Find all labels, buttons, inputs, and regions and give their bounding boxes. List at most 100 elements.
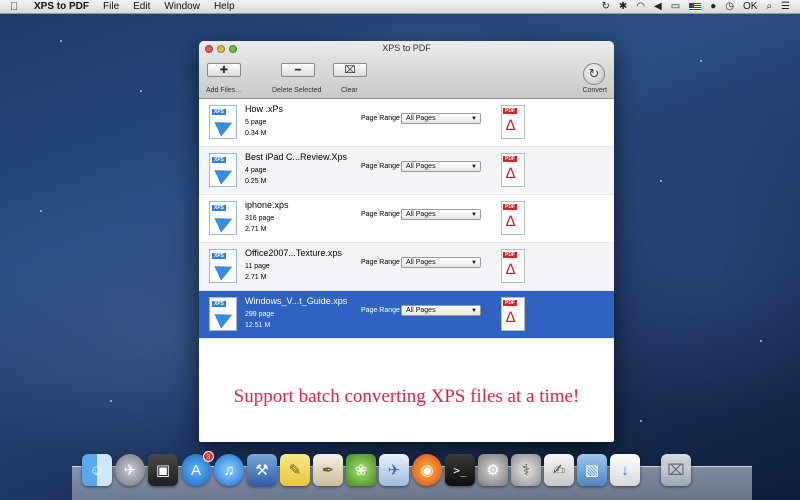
page-range-select[interactable]: All Pages ▼ bbox=[401, 305, 481, 316]
page-range-select[interactable]: All Pages ▼ bbox=[401, 257, 481, 268]
dropdown-arrow-icon: ▼ bbox=[471, 260, 477, 266]
menu-bar:  XPS to PDF File Edit Window Help ↻ ✱ ◠… bbox=[0, 0, 800, 14]
dropdown-arrow-icon: ▼ bbox=[471, 116, 477, 122]
star bbox=[700, 60, 702, 62]
xcode-icon[interactable]: ⚒ bbox=[247, 454, 277, 486]
page-range-select[interactable]: All Pages ▼ bbox=[401, 113, 481, 124]
notification-list-icon[interactable]: ☰ bbox=[781, 0, 790, 14]
pdf-file-icon: PDF ∆ bbox=[501, 201, 525, 235]
star bbox=[140, 90, 142, 92]
volume-icon[interactable]: ◀ bbox=[654, 0, 662, 14]
apple-menu-icon[interactable]:  bbox=[10, 0, 22, 14]
file-size: 0.25 M bbox=[245, 178, 267, 185]
star bbox=[60, 40, 62, 42]
app-window: XPS to PDF ✚ Add Files... ━ Delete Selec… bbox=[199, 41, 614, 442]
star bbox=[660, 180, 662, 182]
window-toolbar: XPS to PDF ✚ Add Files... ━ Delete Selec… bbox=[199, 41, 614, 99]
star bbox=[110, 400, 112, 402]
clock-icon[interactable]: ◷ bbox=[725, 0, 734, 14]
status-menus: ↻ ✱ ◠ ◀ ▭ ● ◷ OK ⌕ ☰ bbox=[602, 0, 790, 14]
file-page-count: 316 page bbox=[245, 215, 275, 222]
menu-window[interactable]: Window bbox=[164, 0, 200, 14]
page-range-label: Page Range bbox=[361, 307, 400, 314]
xps-file-icon: XPS bbox=[209, 153, 237, 187]
add-files-button[interactable]: ✚ bbox=[207, 63, 241, 77]
file-row[interactable]: XPS How .xPs 5 page 0.34 M Page Range Al… bbox=[199, 99, 614, 147]
photo-booth-icon[interactable]: ▣ bbox=[148, 454, 178, 486]
convert-button[interactable]: ↻ bbox=[583, 63, 605, 85]
dropdown-arrow-icon: ▼ bbox=[471, 308, 477, 314]
star bbox=[40, 210, 42, 212]
disk-utility-icon[interactable]: ⚕ bbox=[511, 454, 541, 486]
xps-to-pdf-icon[interactable]: ✈ bbox=[379, 454, 409, 486]
delete-selected-button[interactable]: ━ bbox=[281, 63, 315, 77]
itunes-icon[interactable]: ♫ bbox=[214, 454, 244, 486]
dropdown-arrow-icon: ▼ bbox=[471, 212, 477, 218]
file-name: How .xPs bbox=[245, 104, 284, 114]
status-ok-label[interactable]: OK bbox=[743, 0, 757, 14]
file-size: 12.51 M bbox=[245, 322, 271, 329]
minus-icon: ━ bbox=[294, 64, 302, 76]
page-range-label: Page Range bbox=[361, 115, 400, 122]
file-page-count: 11 page bbox=[245, 263, 270, 270]
app-store-icon[interactable]: A3 bbox=[181, 451, 214, 486]
file-size: 2.71 M bbox=[245, 274, 267, 281]
xps-file-icon: XPS bbox=[209, 105, 237, 139]
file-row[interactable]: XPS iphone.xps 316 page 2.71 M Page Rang… bbox=[199, 195, 614, 243]
pdf-file-icon: PDF ∆ bbox=[501, 153, 525, 187]
star bbox=[640, 420, 642, 422]
spotlight-search-icon[interactable]: ⌕ bbox=[766, 0, 772, 14]
menu-edit[interactable]: Edit bbox=[133, 0, 150, 14]
system-preferences-icon[interactable]: ⚙ bbox=[478, 454, 508, 486]
script-editor-icon[interactable]: ✒ bbox=[313, 454, 343, 486]
file-row[interactable]: XPS Best iPad C...Review.Xps 4 page 0.25… bbox=[199, 147, 614, 195]
xps-file-icon: XPS bbox=[209, 249, 237, 283]
app-store-badge: 3 bbox=[203, 451, 214, 462]
app-menu[interactable]: XPS to PDF bbox=[34, 0, 89, 14]
menu-file[interactable]: File bbox=[103, 0, 119, 14]
file-name: Windows_V...t_Guide.xps bbox=[245, 296, 348, 306]
growl-icon[interactable]: ❀ bbox=[346, 454, 376, 486]
stickies-icon[interactable]: ✎ bbox=[280, 454, 310, 486]
pdf-file-icon: PDF ∆ bbox=[501, 297, 525, 331]
xps-file-icon: XPS bbox=[209, 201, 237, 235]
plus-icon: ✚ bbox=[219, 64, 229, 76]
file-page-count: 299 page bbox=[245, 311, 275, 318]
input-source-flag-icon[interactable] bbox=[689, 2, 702, 11]
clear-label: Clear bbox=[341, 87, 358, 94]
wifi-icon[interactable]: ◠ bbox=[636, 0, 645, 14]
launchpad-icon[interactable]: ✈ bbox=[115, 454, 145, 486]
page-range-label: Page Range bbox=[361, 211, 400, 218]
file-size: 2.71 M bbox=[245, 226, 267, 233]
preview-icon[interactable]: ✍ bbox=[544, 454, 574, 486]
convert-refresh-icon: ↻ bbox=[588, 66, 600, 81]
file-page-count: 4 page bbox=[245, 167, 267, 174]
convert-label: Convert bbox=[582, 87, 607, 94]
bluetooth-icon[interactable]: ✱ bbox=[619, 0, 627, 14]
iphoto-icon[interactable]: ▧ bbox=[577, 454, 607, 486]
file-row-selected[interactable]: XPS Windows_V...t_Guide.xps 299 page 12.… bbox=[199, 291, 614, 339]
file-page-count: 5 page bbox=[245, 119, 267, 126]
trash-icon[interactable]: ⌧ bbox=[661, 454, 691, 486]
page-range-select[interactable]: All Pages ▼ bbox=[401, 209, 481, 220]
window-title: XPS to PDF bbox=[382, 43, 431, 53]
add-files-label: Add Files... bbox=[206, 87, 242, 94]
pdf-download-icon[interactable]: ↓ bbox=[610, 454, 640, 486]
pdf-file-icon: PDF ∆ bbox=[501, 105, 525, 139]
page-range-label: Page Range bbox=[361, 259, 400, 266]
file-name: Office2007...Texture.xps bbox=[245, 248, 342, 258]
menu-help[interactable]: Help bbox=[214, 0, 235, 14]
page-range-select[interactable]: All Pages ▼ bbox=[401, 161, 481, 172]
promo-banner-text: Support batch converting XPS files at a … bbox=[233, 386, 580, 407]
file-size: 0.34 M bbox=[245, 130, 267, 137]
file-list: XPS How .xPs 5 page 0.34 M Page Range Al… bbox=[199, 99, 614, 339]
clear-button[interactable]: ⌧ bbox=[333, 63, 367, 77]
user-icon[interactable]: ● bbox=[710, 0, 716, 14]
firefox-icon[interactable]: ◉ bbox=[412, 454, 442, 486]
star bbox=[760, 340, 762, 342]
time-machine-icon[interactable]: ↻ bbox=[602, 0, 610, 14]
terminal-icon[interactable]: >_ bbox=[445, 454, 475, 486]
battery-icon[interactable]: ▭ bbox=[671, 0, 680, 14]
finder-icon[interactable]: ☺ bbox=[82, 454, 112, 486]
file-row[interactable]: XPS Office2007...Texture.xps 11 page 2.7… bbox=[199, 243, 614, 291]
